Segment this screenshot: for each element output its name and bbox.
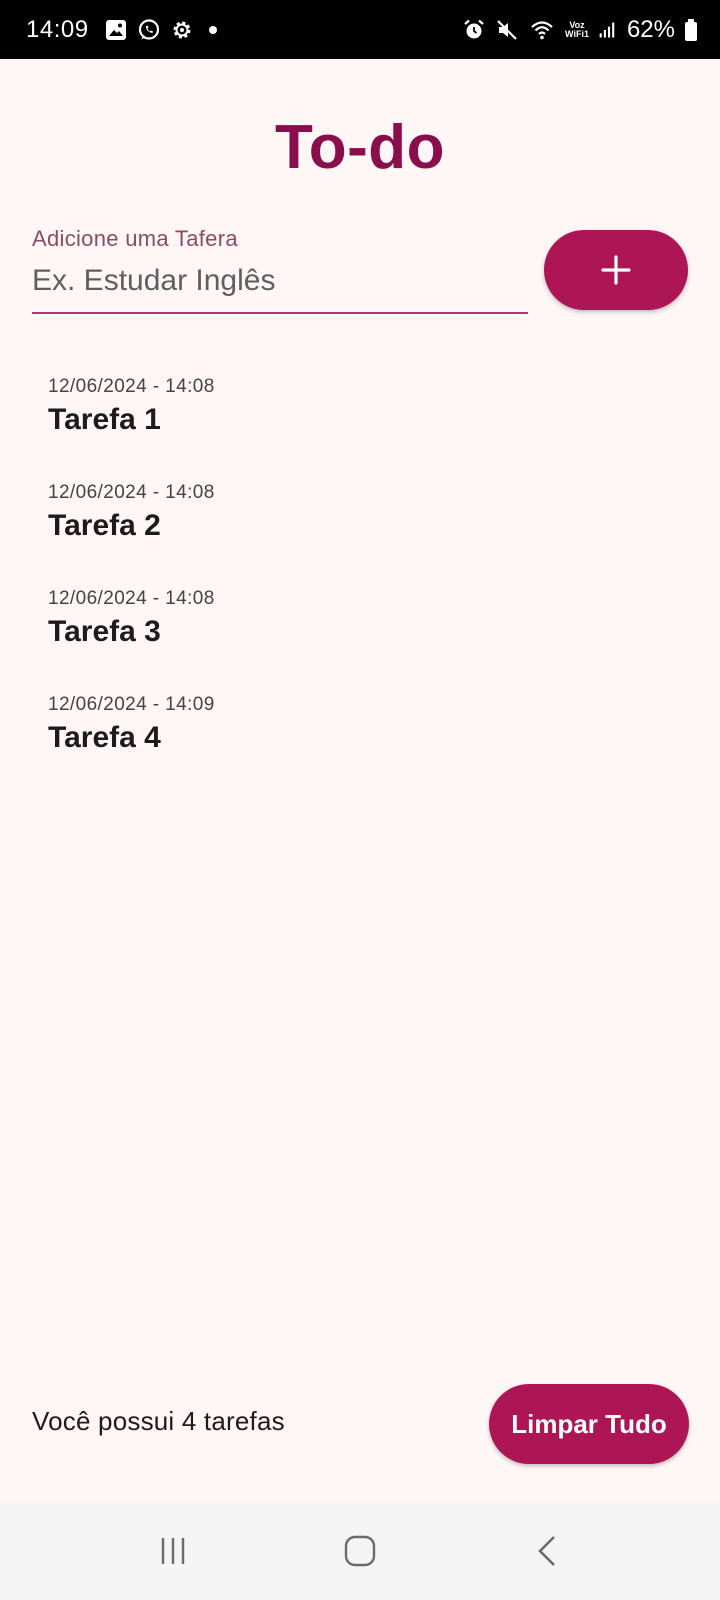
status-left: 14:09 [26, 16, 217, 44]
page-title: To-do [274, 113, 446, 182]
task-input-label: Adicione uma Tafera [32, 226, 238, 251]
plus-icon [601, 255, 631, 285]
clear-all-button[interactable]: Limpar Tudo [489, 1384, 689, 1464]
task-list: 12/06/2024 - 14:08 Tarefa 1 12/06/2024 -… [48, 376, 668, 800]
recent-apps-icon [162, 1538, 185, 1564]
status-right: Voz WiFi1 62% [462, 16, 698, 44]
task-item[interactable]: 12/06/2024 - 14:08 Tarefa 2 [48, 482, 668, 588]
mute-icon [497, 19, 517, 40]
app-screen: 14:09 Voz WiFi1 62% To-do Adicione uma T… [0, 0, 720, 1600]
home-icon [344, 1535, 376, 1567]
task-date: 12/06/2024 - 14:08 [48, 588, 215, 609]
task-item[interactable]: 12/06/2024 - 14:08 Tarefa 3 [48, 588, 668, 694]
navigation-bar [0, 1502, 720, 1600]
gallery-icon [105, 19, 126, 40]
wifi-calling-label: WiFi1 [565, 28, 589, 39]
task-count-text: Você possui 4 tarefas [32, 1406, 285, 1436]
status-bar: 14:09 Voz WiFi1 62% [0, 0, 720, 59]
battery-icon [685, 18, 697, 41]
task-title: Tarefa 4 [48, 721, 161, 754]
alarm-icon [464, 19, 484, 38]
status-time: 14:09 [26, 15, 89, 43]
task-input[interactable] [32, 264, 528, 314]
battery-percentage: 62% [626, 15, 675, 43]
notification-dot [208, 25, 217, 34]
voz-wifi-icon: Voz WiFi1 [565, 20, 589, 39]
task-title: Tarefa 3 [48, 615, 161, 648]
back-button[interactable] [517, 1521, 577, 1581]
task-item[interactable]: 12/06/2024 - 14:08 Tarefa 1 [48, 376, 668, 482]
recent-apps-button[interactable] [143, 1521, 203, 1581]
task-date: 12/06/2024 - 14:08 [48, 376, 215, 397]
settings-icon [173, 21, 191, 38]
task-date: 12/06/2024 - 14:08 [48, 482, 215, 503]
back-icon [537, 1536, 555, 1566]
task-title: Tarefa 2 [48, 509, 161, 542]
whatsapp-icon [138, 18, 159, 40]
home-button[interactable] [330, 1521, 390, 1581]
task-date: 12/06/2024 - 14:09 [48, 694, 215, 715]
task-item[interactable]: 12/06/2024 - 14:09 Tarefa 4 [48, 694, 668, 800]
add-task-button[interactable] [544, 230, 688, 310]
task-title: Tarefa 1 [48, 403, 161, 436]
task-input-group: Adicione uma Tafera [32, 226, 528, 328]
wifi-icon [531, 20, 553, 39]
signal-icon [599, 22, 615, 37]
